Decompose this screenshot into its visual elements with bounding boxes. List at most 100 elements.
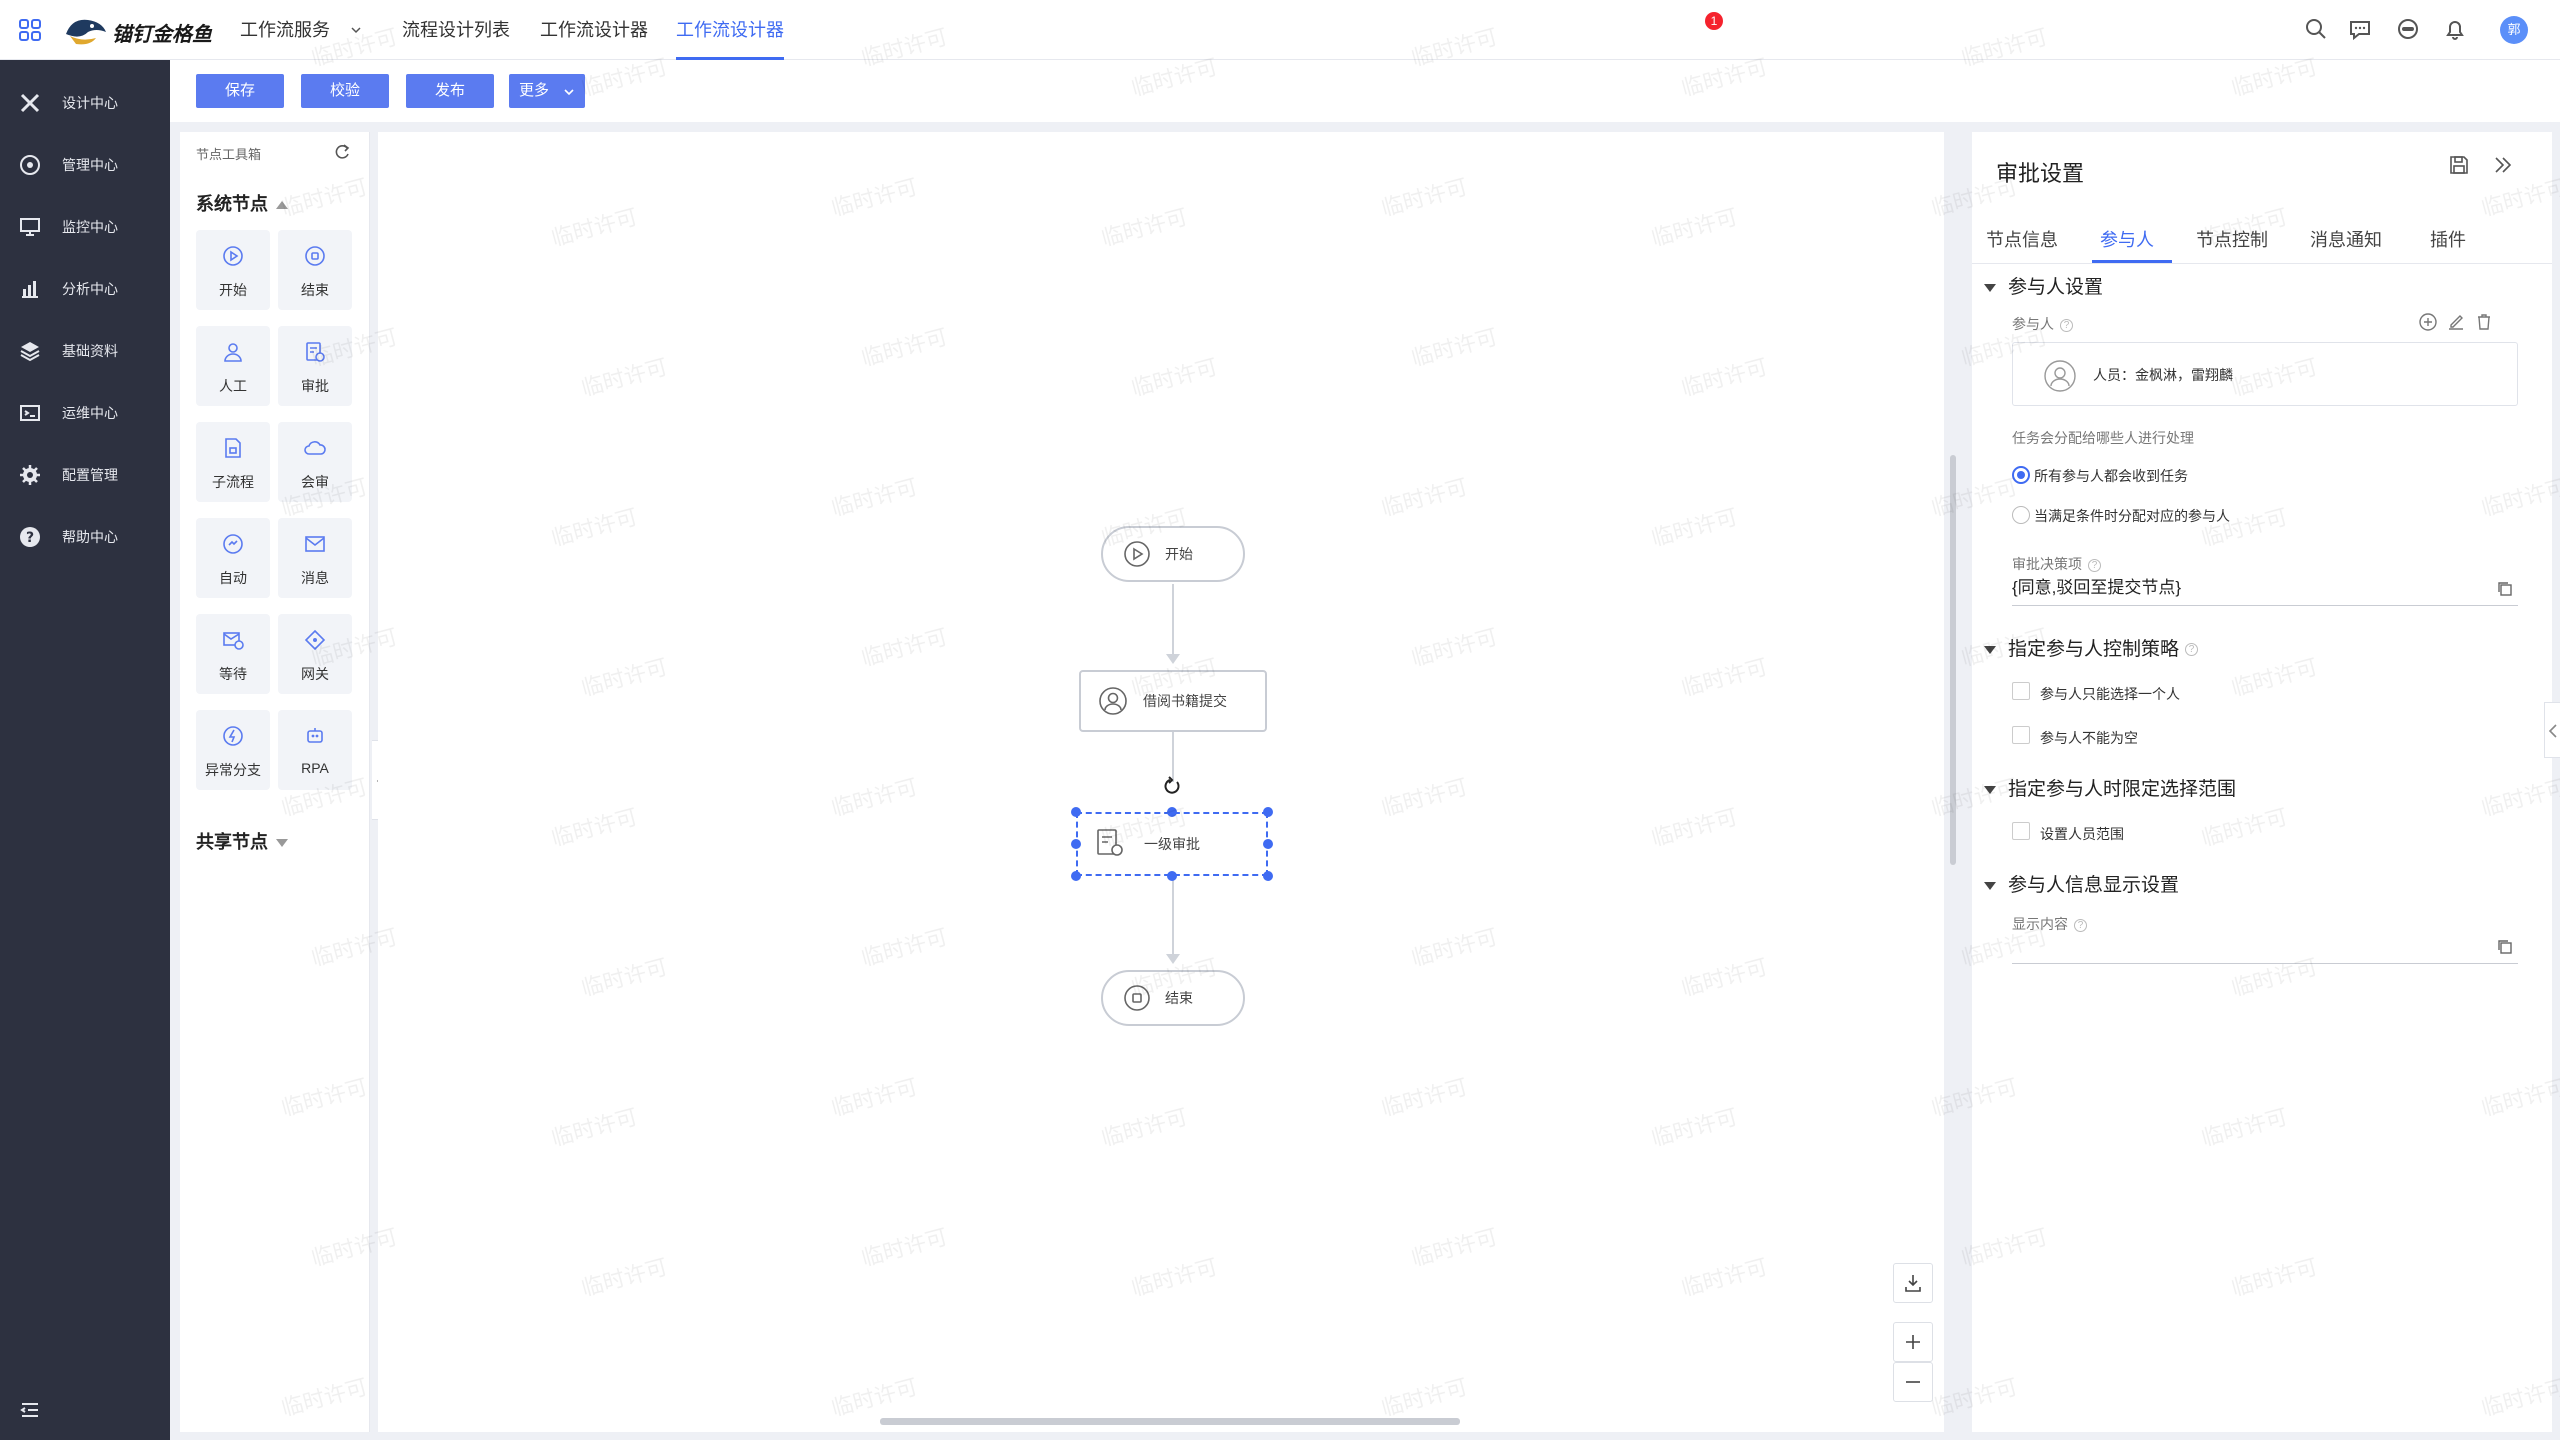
resize-handle[interactable] — [1263, 839, 1273, 849]
search-icon[interactable] — [2303, 16, 2329, 42]
panel-expand-tab[interactable] — [2544, 702, 2560, 758]
more-dropdown-button[interactable]: 更多 — [509, 74, 585, 108]
logo-emblem-icon — [66, 19, 106, 45]
flow-node-submit[interactable]: 借阅书籍提交 — [1079, 670, 1267, 732]
edge-submit-approve[interactable] — [1172, 732, 1174, 782]
panel-title: 审批设置 — [1996, 161, 2085, 186]
sidebar-item-basic-data[interactable]: 基础资料 — [0, 320, 170, 382]
participant-settings-header[interactable]: 参与人设置 — [1984, 272, 2103, 299]
notification-badge: 1 — [1705, 12, 1723, 30]
toolbox-node-end[interactable]: 结束 — [278, 230, 352, 310]
zoom-out-button[interactable] — [1893, 1362, 1933, 1402]
tab-workflow-designer-active[interactable]: 工作流设计器 — [676, 0, 784, 60]
sidebar-item-manage[interactable]: 管理中心 — [0, 134, 170, 196]
resize-handle[interactable] — [1071, 807, 1081, 817]
logo-text: 锚钉金格鱼 — [112, 22, 212, 46]
toolbox-node-joint-review[interactable]: 会审 — [278, 422, 352, 502]
checkbox-single-participant[interactable] — [2012, 682, 2030, 700]
field-label-text: 审批决策项 — [2012, 556, 2082, 572]
help-icon[interactable]: ? — [2074, 918, 2087, 932]
trash-icon[interactable] — [2474, 312, 2494, 332]
edge-start-submit[interactable] — [1172, 584, 1174, 660]
radio-conditional[interactable] — [2012, 506, 2030, 524]
brand-logo[interactable]: 锚钉金格鱼 — [62, 8, 222, 52]
radio-all-participants[interactable] — [2012, 466, 2030, 484]
toolbox-node-rpa[interactable]: RPA — [278, 710, 352, 790]
checkbox-set-range[interactable] — [2012, 822, 2030, 840]
refresh-icon[interactable] — [332, 142, 352, 162]
tile-label: RPA — [301, 760, 329, 776]
participant-strategy-header[interactable]: 指定参与人控制策略? — [1984, 634, 2199, 661]
edit-icon[interactable] — [2446, 312, 2466, 332]
copy-icon[interactable] — [2496, 938, 2514, 956]
sidebar-item-ops[interactable]: 运维中心 — [0, 382, 170, 444]
download-button[interactable] — [1893, 1263, 1933, 1303]
toolbox-node-exception-branch[interactable]: 异常分支 — [196, 710, 270, 790]
ops-icon — [20, 405, 40, 421]
add-circle-icon[interactable] — [2418, 312, 2438, 332]
edge-approve-end[interactable] — [1172, 876, 1174, 960]
workflow-canvas[interactable] — [378, 132, 1944, 1432]
toolbox-node-approve[interactable]: 审批 — [278, 326, 352, 406]
publish-button[interactable]: 发布 — [406, 74, 494, 108]
tab-notification[interactable]: 消息通知 — [2310, 226, 2382, 252]
toolbox-node-message[interactable]: 消息 — [278, 518, 352, 598]
help-icon[interactable]: ? — [2185, 643, 2199, 657]
toolbox-node-auto[interactable]: 自动 — [196, 518, 270, 598]
sidebar-item-analysis[interactable]: 分析中心 — [0, 258, 170, 320]
bell-icon[interactable] — [2442, 16, 2468, 42]
shared-nodes-header[interactable]: 共享节点 — [196, 828, 288, 854]
zoom-in-button[interactable] — [1893, 1322, 1933, 1362]
display-content-field[interactable] — [2012, 932, 2518, 964]
checkbox-single-label: 参与人只能选择一个人 — [2040, 686, 2180, 702]
tab-node-control[interactable]: 节点控制 — [2196, 226, 2268, 252]
toolbox-node-wait[interactable]: 等待 — [196, 614, 270, 694]
toolbox-node-manual[interactable]: 人工 — [196, 326, 270, 406]
service-switcher[interactable]: 工作流服务 — [240, 0, 361, 60]
resize-handle[interactable] — [1167, 871, 1177, 881]
sidebar-item-help[interactable]: ? 帮助中心 — [0, 506, 170, 568]
canvas-vertical-scrollbar[interactable] — [1950, 455, 1956, 865]
toolbox-node-subprocess[interactable]: 子流程 — [196, 422, 270, 502]
system-nodes-header[interactable]: 系统节点 — [196, 190, 288, 216]
svg-text:?: ? — [26, 530, 34, 546]
tile-label: 结束 — [301, 282, 329, 298]
tab-workflow-designer[interactable]: 工作流设计器 — [540, 0, 648, 60]
checkbox-not-empty[interactable] — [2012, 726, 2030, 744]
validate-button[interactable]: 校验 — [301, 74, 389, 108]
rotate-handle-icon[interactable] — [1162, 776, 1182, 796]
chat-icon[interactable] — [2347, 16, 2373, 42]
sidebar-item-design[interactable]: 设计中心 — [0, 72, 170, 134]
help-icon[interactable]: ? — [2060, 318, 2073, 332]
tab-plugin[interactable]: 插件 — [2430, 226, 2466, 252]
resize-handle[interactable] — [1167, 807, 1177, 817]
save-button[interactable]: 保存 — [196, 74, 284, 108]
tab-process-list[interactable]: 流程设计列表 — [402, 0, 510, 60]
dashboard-icon[interactable] — [2395, 16, 2421, 42]
help-icon[interactable]: ? — [2088, 558, 2101, 572]
save-disk-icon[interactable] — [2448, 154, 2470, 176]
copy-icon[interactable] — [2496, 580, 2514, 598]
tab-node-info[interactable]: 节点信息 — [1986, 226, 2058, 252]
user-avatar[interactable]: 郭 — [2500, 16, 2528, 44]
participant-display-header[interactable]: 参与人信息显示设置 — [1984, 870, 2179, 897]
tab-participants[interactable]: 参与人 — [2100, 226, 2154, 252]
sidebar-item-config[interactable]: 配置管理 — [0, 444, 170, 506]
resize-handle[interactable] — [1263, 807, 1273, 817]
apps-grid-icon[interactable] — [18, 18, 42, 42]
flow-node-start[interactable]: 开始 — [1101, 526, 1245, 582]
resize-handle[interactable] — [1263, 871, 1273, 881]
node-label: 开始 — [1165, 546, 1193, 562]
toolbox-node-start[interactable]: 开始 — [196, 230, 270, 310]
sidebar-item-monitor[interactable]: 监控中心 — [0, 196, 170, 258]
resize-handle[interactable] — [1071, 871, 1081, 881]
participant-range-header[interactable]: 指定参与人时限定选择范围 — [1984, 774, 2236, 801]
double-chevron-right-icon[interactable] — [2492, 154, 2514, 176]
flow-node-end[interactable]: 结束 — [1101, 970, 1245, 1026]
sidebar-collapse-icon[interactable] — [18, 1398, 42, 1422]
resize-handle[interactable] — [1071, 839, 1081, 849]
toolbox-node-gateway[interactable]: 网关 — [278, 614, 352, 694]
participant-box[interactable]: 人员：金枫淋，雷翔麟 — [2012, 342, 2518, 406]
decision-field[interactable]: {同意,驳回至提交节点} — [2012, 574, 2518, 606]
canvas-horizontal-scrollbar[interactable] — [880, 1418, 1460, 1425]
